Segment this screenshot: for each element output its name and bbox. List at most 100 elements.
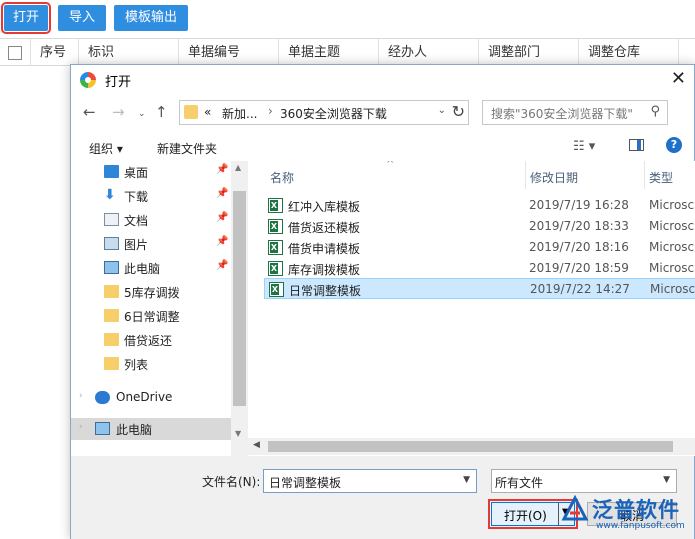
nav-item-label: 此电脑	[124, 262, 161, 276]
file-list-scrollbar[interactable]: ◀	[248, 438, 695, 455]
column-header-doc-subject[interactable]: 单据主题	[278, 39, 378, 66]
column-header-dept[interactable]: 调整部门	[478, 39, 578, 66]
column-divider[interactable]	[644, 161, 645, 189]
file-modified: 2019/7/20 18:16	[529, 240, 629, 254]
scroll-up-arrow-icon[interactable]: ▲	[235, 163, 241, 172]
new-folder-button[interactable]: 新建文件夹	[157, 140, 217, 157]
file-type-value: 所有文件	[495, 476, 544, 490]
file-type: Microsc	[650, 282, 695, 296]
file-type-select[interactable]: 所有文件 ▼	[491, 469, 677, 493]
breadcrumb-overflow[interactable]: «	[204, 105, 211, 119]
column-header-handler[interactable]: 经办人	[378, 39, 478, 66]
breadcrumb-separator-icon: ›	[268, 104, 273, 118]
breadcrumb-current-folder[interactable]: 360安全浏览器下载	[280, 105, 387, 122]
file-type: Microsc	[649, 261, 695, 275]
forward-arrow-icon[interactable]: →	[112, 103, 125, 121]
filename-input[interactable]: 日常调整模板 ▼	[263, 469, 477, 493]
nav-item-desktop[interactable]: 桌面 📌	[71, 161, 231, 183]
search-placeholder: 搜索"360安全浏览器下载"	[491, 107, 633, 121]
open-button-label: 打开(O)	[504, 509, 547, 523]
column-header-index[interactable]: 序号	[30, 39, 78, 66]
document-icon	[104, 213, 119, 226]
column-header-tag[interactable]: 标识	[78, 39, 178, 66]
filename-label: 文件名(N):	[202, 475, 261, 489]
nav-item-documents[interactable]: 文档 📌	[71, 209, 231, 231]
column-header-more	[678, 39, 695, 66]
breadcrumb-drive[interactable]: 新加...	[222, 105, 257, 122]
close-icon[interactable]: ✕	[671, 68, 686, 89]
up-arrow-icon[interactable]: ↑	[155, 103, 168, 121]
nav-item-folder-list[interactable]: 列表	[71, 353, 231, 375]
file-row[interactable]: 借货申请模板 2019/7/20 18:16 Microsc	[264, 237, 695, 258]
nav-item-label: 借贷返还	[124, 334, 173, 348]
preview-pane-icon[interactable]	[629, 139, 644, 151]
folder-icon	[104, 333, 119, 346]
view-options-icon[interactable]: ☷ ▾	[573, 139, 595, 154]
column-header-name[interactable]: 名称	[270, 169, 294, 186]
nav-item-folder-adjust[interactable]: 6日常调整	[71, 305, 231, 327]
column-header-type[interactable]: 类型	[649, 169, 673, 186]
chevron-down-icon[interactable]: ▼	[463, 475, 470, 485]
scroll-down-arrow-icon[interactable]: ▼	[235, 429, 241, 438]
nav-item-label: 6日常调整	[124, 310, 180, 324]
expand-chevron-icon[interactable]: ›	[79, 422, 83, 432]
nav-item-this-pc-root[interactable]: › 此电脑	[71, 418, 231, 440]
file-type: Microsc	[649, 240, 695, 254]
cloud-icon	[95, 391, 110, 404]
column-header-warehouse[interactable]: 调整仓库	[578, 39, 678, 66]
search-box[interactable]: 搜索"360安全浏览器下载" ⚲	[482, 100, 668, 125]
nav-pane-scrollbar[interactable]: ▲ ▼	[231, 161, 248, 456]
import-button[interactable]: 导入	[58, 5, 106, 31]
nav-item-label: 下载	[124, 190, 149, 204]
nav-item-pictures[interactable]: 图片 📌	[71, 233, 231, 255]
file-row-selected[interactable]: 日常调整模板 2019/7/22 14:27 Microsc	[264, 278, 695, 299]
organize-menu[interactable]: 组织 ▾	[89, 140, 123, 157]
column-divider[interactable]	[525, 161, 526, 189]
chevron-down-icon[interactable]: ▼	[663, 475, 670, 485]
file-modified: 2019/7/20 18:59	[529, 261, 629, 275]
open-button[interactable]: 打开	[1, 2, 51, 34]
download-icon: ⬇	[104, 187, 116, 203]
file-row[interactable]: 借货返还模板 2019/7/20 18:33 Microsc	[264, 216, 695, 237]
file-row[interactable]: 库存调拨模板 2019/7/20 18:59 Microsc	[264, 258, 695, 279]
file-name: 借货申请模板	[288, 242, 361, 256]
template-export-button[interactable]: 模板输出	[114, 5, 188, 31]
folder-icon	[184, 105, 198, 119]
column-header-doc-number[interactable]: 单据编号	[178, 39, 278, 66]
dialog-title: 打开	[105, 75, 132, 90]
file-list-header: ^ 名称 修改日期 类型	[248, 161, 695, 189]
help-icon[interactable]: ?	[666, 137, 682, 153]
cancel-button[interactable]: 取消	[587, 502, 677, 526]
scroll-left-arrow-icon[interactable]: ◀	[253, 440, 260, 450]
desktop-icon	[104, 165, 119, 178]
address-dropdown-icon[interactable]: ⌄	[438, 105, 446, 116]
nav-item-onedrive-root[interactable]: › OneDrive	[71, 387, 231, 409]
expand-chevron-icon[interactable]: ›	[79, 391, 83, 401]
open-options-chevron-icon[interactable]: ▼	[562, 507, 570, 518]
nav-item-label: 列表	[124, 358, 149, 372]
select-all-checkbox[interactable]	[8, 46, 22, 60]
navigation-pane: 桌面 📌 ⬇ 下载 📌 文档 📌 图片 📌 此电脑 📌 5库存调拨 6日常调整 …	[71, 161, 248, 456]
dialog-open-button[interactable]: 打开(O) ▼	[488, 499, 578, 529]
recent-locations-chevron-icon[interactable]: ⌄	[138, 109, 146, 119]
nav-item-folder-transfer[interactable]: 5库存调拨	[71, 281, 231, 303]
folder-icon	[104, 357, 119, 370]
file-row[interactable]: 红冲入库模板 2019/7/19 16:28 Microsc	[264, 195, 695, 216]
nav-item-label: OneDrive	[116, 390, 173, 404]
scrollbar-thumb[interactable]	[268, 441, 673, 452]
back-arrow-icon[interactable]: ←	[83, 103, 96, 121]
split-divider	[558, 503, 559, 525]
pin-icon: 📌	[216, 260, 229, 271]
file-name: 借货返还模板	[288, 221, 361, 235]
folder-icon	[104, 285, 119, 298]
main-toolbar: 打开 导入 模板输出	[0, 0, 695, 36]
nav-item-label: 5库存调拨	[124, 286, 180, 300]
pin-icon: 📌	[216, 212, 229, 223]
address-bar[interactable]: « 新加... › 360安全浏览器下载 ⌄ ↻	[179, 100, 469, 125]
scrollbar-thumb[interactable]	[233, 191, 246, 406]
nav-item-folder-return[interactable]: 借贷返还	[71, 329, 231, 351]
nav-item-downloads[interactable]: ⬇ 下载 📌	[71, 185, 231, 207]
refresh-icon[interactable]: ↻	[452, 102, 465, 121]
nav-item-this-pc-quick[interactable]: 此电脑 📌	[71, 257, 231, 279]
column-header-modified[interactable]: 修改日期	[530, 169, 578, 186]
